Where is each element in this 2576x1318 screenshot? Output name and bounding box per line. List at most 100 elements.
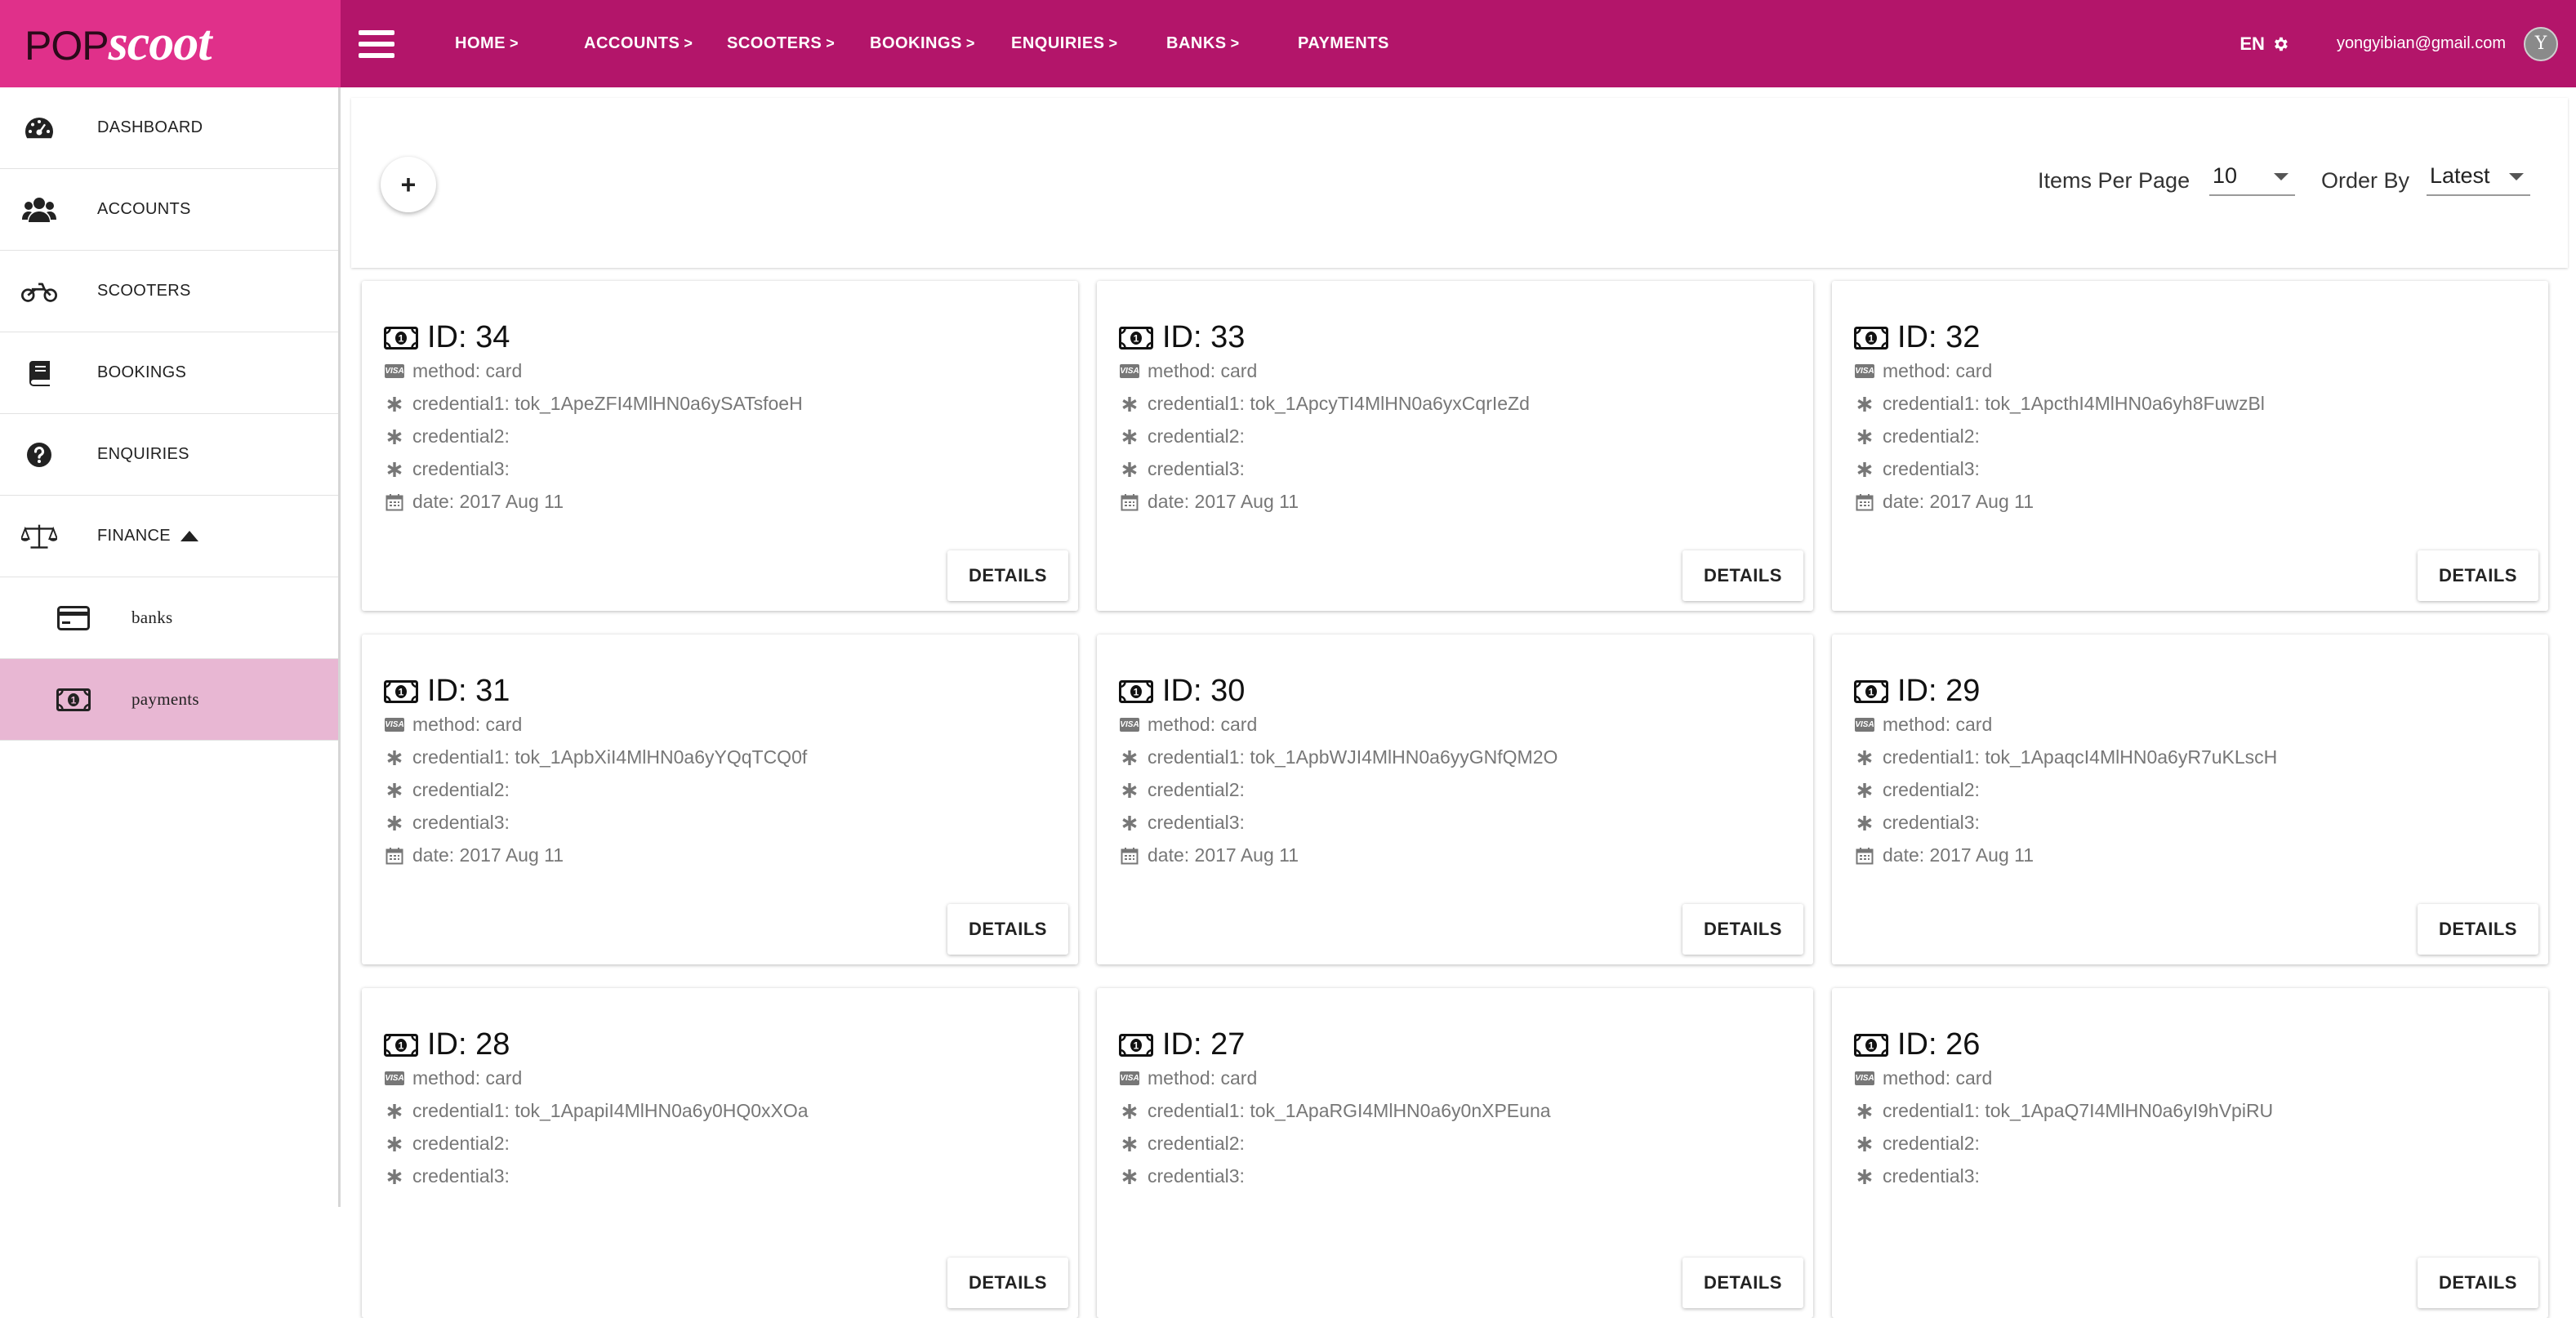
add-payment-button[interactable]: + [381,157,436,212]
payment-credential2: credential2: [1855,1133,1980,1155]
sidebar-item-enquiries[interactable]: ENQUIRIES [0,414,338,496]
payment-credential3: credential3: [385,1165,510,1187]
payment-credential1: credential1: tok_1ApeZFI4MlHN0a6ySATsfoe… [385,393,803,415]
nav-home[interactable]: HOME > [455,34,519,53]
payment-credential2: credential2: [385,779,510,801]
payment-id: ID: 34 [427,320,510,354]
asterisk-icon [1855,781,1874,800]
money-bill-icon: 1 [1119,1033,1153,1057]
details-button[interactable]: DETAILS [947,550,1068,601]
credit-card-icon [56,600,91,636]
user-email[interactable]: yongyibian@gmail.com [2337,34,2506,53]
asterisk-icon [1120,1167,1139,1187]
payment-id-title: 1 ID: 26 [1853,1027,1980,1062]
nav-bookings-label: BOOKINGS [870,34,962,52]
money-bill-icon: 1 [384,326,418,350]
payment-date: date: 2017 Aug 11 [1120,844,1299,866]
payment-date: date: 2017 Aug 11 [1855,844,2034,866]
money-bill-icon: 1 [384,1033,418,1057]
sidebar-item-dashboard[interactable]: DASHBOARD [0,87,338,169]
asterisk-icon [385,1102,404,1121]
details-button[interactable]: DETAILS [2418,904,2538,955]
language-selector[interactable]: EN [2240,33,2289,55]
popscoot-logo[interactable]: POPscoot [25,15,212,73]
order-by-value: Latest [2430,163,2490,188]
sidebar-item-accounts[interactable]: ACCOUNTS [0,169,338,251]
nav-banks[interactable]: BANKS > [1166,34,1240,53]
visa-icon: VISA [1855,1069,1874,1089]
nav-payments[interactable]: PAYMENTS [1298,34,1389,53]
credential2-text: credential2: [1148,1133,1245,1154]
brand-logo-area[interactable]: POPscoot [0,0,341,87]
nav-payments-label: PAYMENTS [1298,34,1389,52]
credential3-text: credential3: [1883,458,1980,479]
sidebar-item-label: DASHBOARD [97,118,203,136]
asterisk-icon [1120,781,1139,800]
language-label: EN [2240,33,2265,54]
sidebar-item-scooters[interactable]: SCOOTERS [0,251,338,332]
details-button[interactable]: DETAILS [947,904,1068,955]
payment-method: VISA method: card [1855,1067,1992,1089]
visa-icon: VISA [1120,1069,1139,1089]
payment-card: 1 ID: 30 VISA method: card credential1: … [1097,635,1813,964]
credential1-text: credential1: tok_1ApaqcI4MlHN0a6yR7uKLsc… [1883,746,2278,768]
payment-credential1: credential1: tok_1ApbWJI4MlHN0a6yyGNfQM2… [1120,746,1558,768]
details-button[interactable]: DETAILS [1682,1258,1803,1308]
payment-date: date: 2017 Aug 11 [385,491,564,513]
sidebar-item-bookings[interactable]: BOOKINGS [0,332,338,414]
chevron-right-icon: > [1108,35,1118,51]
credential1-text: credential1: tok_1ApcyTI4MlHN0a6yxCqrIeZ… [1148,393,1530,414]
nav-bookings[interactable]: BOOKINGS > [870,34,975,53]
payment-method: VISA method: card [1855,360,1992,382]
logo-pop-text: POP [25,23,109,69]
visa-icon: VISA [1120,715,1139,735]
details-button[interactable]: DETAILS [2418,550,2538,601]
payment-credential1: credential1: tok_1ApaQ7I4MlHN0a6yI9hVpiR… [1855,1100,2273,1122]
nav-home-label: HOME [455,34,506,52]
credential3-text: credential3: [412,1165,510,1187]
visa-icon: VISA [1855,362,1874,381]
payment-method: VISA method: card [385,360,522,382]
details-button[interactable]: DETAILS [947,1258,1068,1308]
method-text: method: card [1148,1067,1258,1089]
payment-credential1: credential1: tok_1ApcthI4MlHN0a6yh8FuwzB… [1855,393,2265,415]
payment-credential2: credential2: [385,425,510,447]
asterisk-icon [1855,427,1874,447]
payment-credential2: credential2: [1120,1133,1245,1155]
payment-credential1: credential1: tok_1ApbXiI4MlHN0a6yYQqTCQ0… [385,746,807,768]
sidebar-item-finance[interactable]: FINANCE [0,496,338,577]
users-icon [21,192,57,228]
credential2-text: credential2: [1883,425,1980,447]
motorcycle-icon [21,274,57,309]
sidebar-item-payments[interactable]: 1 payments [0,659,338,741]
payment-date: date: 2017 Aug 11 [1855,491,2034,513]
payment-method: VISA method: card [1120,360,1257,382]
menu-icon[interactable] [359,29,394,58]
payment-card: 1 ID: 31 VISA method: card credential1: … [362,635,1078,964]
sidebar: DASHBOARD ACCOUNTS SCOOTERS BOOKINGS ENQ… [0,87,341,1207]
credential1-text: credential1: tok_1ApbXiI4MlHN0a6yYQqTCQ0… [412,746,808,768]
asterisk-icon [1855,1134,1874,1154]
order-by-select[interactable]: Latest [2427,160,2530,196]
items-per-page-select[interactable]: 10 [2209,160,2295,196]
method-text: method: card [1883,1067,1993,1089]
details-button[interactable]: DETAILS [1682,550,1803,601]
nav-enquiries[interactable]: ENQUIRIES > [1011,34,1118,53]
main-content: + Items Per Page 10 Order By Latest 1 ID… [351,98,2568,1318]
svg-text:1: 1 [399,1040,404,1051]
details-button[interactable]: DETAILS [1682,904,1803,955]
avatar[interactable]: Y [2524,26,2558,61]
payment-method: VISA method: card [1120,714,1257,736]
sidebar-item-banks[interactable]: banks [0,577,338,659]
nav-accounts-label: ACCOUNTS [584,34,680,52]
money-bill-icon: 1 [1119,679,1153,703]
details-button[interactable]: DETAILS [2418,1258,2538,1308]
payment-id-title: 1 ID: 34 [383,320,510,355]
svg-text:1: 1 [1869,1040,1874,1051]
payment-credential3: credential3: [1120,458,1245,480]
asterisk-icon [385,427,404,447]
nav-accounts[interactable]: ACCOUNTS > [584,34,693,53]
payment-card: 1 ID: 26 VISA method: card credential1: … [1832,988,2548,1318]
nav-scooters[interactable]: SCOOTERS > [727,34,835,53]
asterisk-icon [1855,748,1874,768]
